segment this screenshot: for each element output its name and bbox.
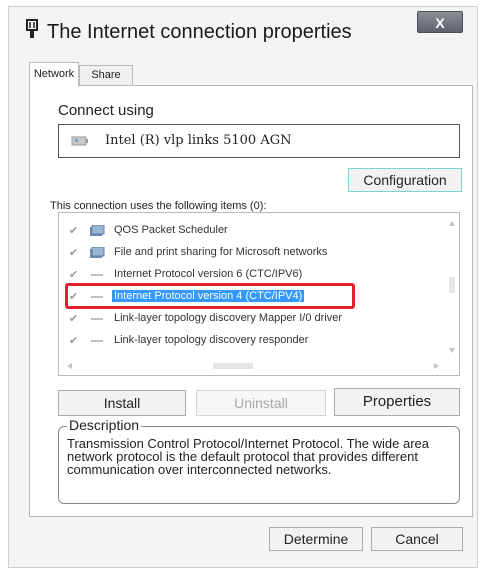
checkbox-checked-icon[interactable]: ✔ [69, 335, 81, 347]
checkbox-checked-icon[interactable]: ✔ [69, 269, 81, 281]
properties-button[interactable]: Properties [334, 388, 460, 416]
protocol-icon [91, 318, 103, 320]
list-item-label: Internet Protocol version 6 (CTC/IPV6) [114, 268, 303, 280]
network-adapter-icon [26, 19, 38, 38]
adapter-icon [71, 136, 88, 146]
scheduler-icon [90, 225, 105, 236]
configuration-button[interactable]: Configuration [348, 168, 462, 192]
description-legend: Description [67, 417, 142, 433]
list-item-label: File and print sharing for Microsoft net… [114, 246, 328, 258]
network-tab-panel: Connect using Intel (R) vlp links 5100 A… [29, 85, 473, 517]
list-item-label: Link-layer topology discovery Mapper I/0… [114, 312, 343, 324]
checkbox-checked-icon[interactable]: ✔ [69, 225, 81, 237]
checkbox-checked-icon[interactable]: ✔ [69, 291, 81, 303]
horizontal-scrollbar[interactable] [63, 360, 443, 372]
list-item[interactable]: ✔ Link-layer topology discovery responde… [67, 331, 447, 351]
protocol-icon [91, 340, 103, 342]
connection-items-list[interactable]: ✔ QOS Packet Scheduler ✔ File and print … [58, 212, 460, 376]
protocol-icon [91, 274, 103, 276]
protocol-icon [91, 296, 103, 298]
list-item[interactable]: ✔ Internet Protocol version 6 (CTC/IPV6) [67, 265, 447, 285]
list-item[interactable]: ✔ QOS Packet Scheduler [67, 221, 447, 241]
description-text: Transmission Control Protocol/Internet P… [67, 436, 430, 477]
cancel-button[interactable]: Cancel [371, 527, 463, 551]
tab-share[interactable]: Share [79, 65, 133, 86]
connect-using-label: Connect using [58, 102, 154, 119]
list-item-label: Link-layer topology discovery responder [114, 334, 309, 346]
determine-button[interactable]: Determine [269, 527, 363, 551]
install-button[interactable]: Install [58, 390, 186, 416]
dialog-title: The Internet connection properties [47, 21, 352, 43]
uninstall-button[interactable]: Uninstall [196, 390, 326, 416]
checkbox-checked-icon[interactable]: ✔ [69, 247, 81, 259]
list-item[interactable]: ✔ File and print sharing for Microsoft n… [67, 243, 447, 263]
close-button[interactable]: X [417, 11, 463, 33]
adapter-field: Intel (R) vlp links 5100 AGN [58, 124, 460, 158]
sharing-icon [90, 247, 105, 258]
vertical-scrollbar[interactable] [447, 217, 457, 357]
list-item-label: Internet Protocol version 4 (CTC/IPV4) [112, 290, 305, 302]
adapter-name: Intel (R) vlp links 5100 AGN [105, 133, 292, 148]
list-item[interactable]: ✔ Link-layer topology discovery Mapper I… [67, 309, 447, 329]
title-bar[interactable]: The Internet connection properties X [9, 7, 477, 47]
description-group: Description Transmission Control Protoco… [58, 417, 460, 504]
list-item-selected[interactable]: ✔ Internet Protocol version 4 (CTC/IPV4) [67, 287, 447, 307]
properties-dialog: The Internet connection properties X Net… [8, 6, 478, 568]
checkbox-checked-icon[interactable]: ✔ [69, 313, 81, 325]
tab-network[interactable]: Network [29, 62, 79, 87]
list-item-label: QOS Packet Scheduler [114, 224, 228, 236]
items-label: This connection uses the following items… [50, 200, 267, 212]
